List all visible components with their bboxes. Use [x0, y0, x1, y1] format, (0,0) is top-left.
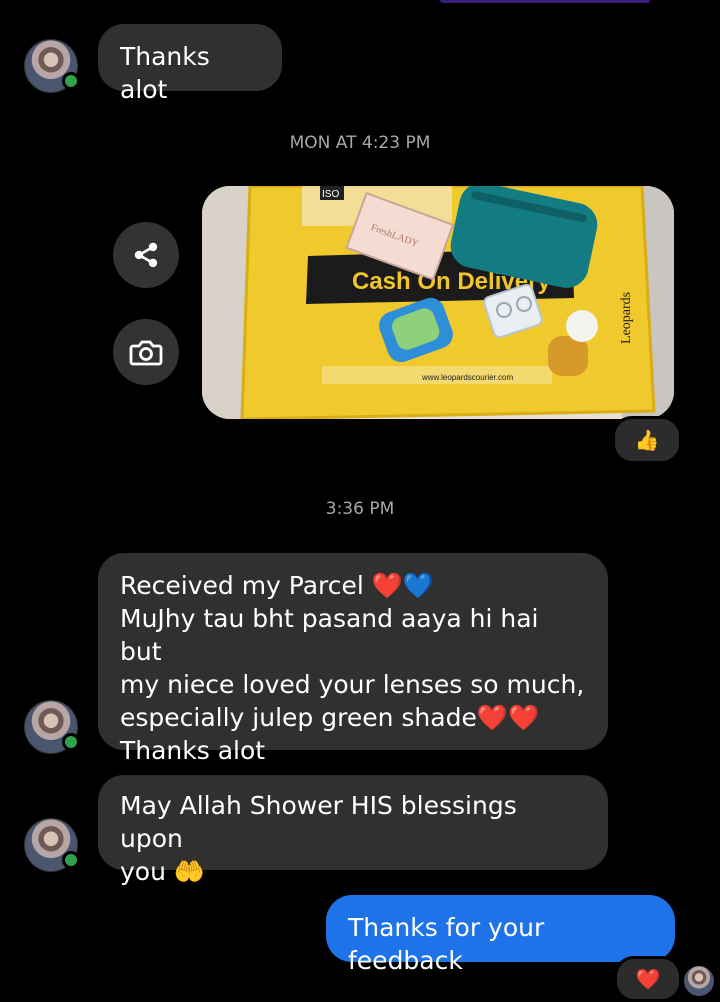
thumbs-up-icon: 👍	[634, 428, 660, 452]
online-indicator	[62, 733, 80, 751]
share-button[interactable]	[113, 222, 179, 288]
contact-avatar[interactable]	[24, 700, 80, 754]
camera-icon	[129, 340, 163, 366]
outgoing-message[interactable]: Thanks for your feedback	[326, 895, 675, 975]
photo-message[interactable]: Cash On Delivery www.leopardscourier.com…	[202, 186, 674, 419]
camera-button[interactable]	[113, 319, 179, 385]
photo-reaction[interactable]: 👍	[612, 416, 682, 464]
online-indicator	[62, 851, 80, 869]
heart-icon: ❤️	[635, 967, 661, 991]
parcel-photo: Cash On Delivery www.leopardscourier.com…	[202, 186, 674, 419]
timestamp: MON AT 4:23 PM	[289, 133, 431, 153]
top-accent-line	[440, 0, 650, 3]
photo-badge-text: ISO	[322, 189, 339, 200]
incoming-message-2[interactable]: Received my Parcel ❤️💙 MuJhy tau bht pas…	[98, 553, 608, 765]
photo-website-text: www.leopardscourier.com	[421, 373, 513, 382]
photo-brand-text: Leopards	[619, 292, 634, 344]
online-indicator	[62, 72, 80, 90]
seen-avatar	[684, 966, 714, 996]
contact-avatar[interactable]	[24, 39, 80, 93]
share-icon	[134, 242, 158, 268]
timestamp: 3:36 PM	[325, 499, 395, 519]
contact-avatar[interactable]	[24, 818, 80, 872]
incoming-message-3[interactable]: May Allah Shower HIS blessings upon you …	[98, 775, 608, 886]
message-reaction[interactable]: ❤️	[614, 956, 682, 1002]
incoming-message-1[interactable]: Thanks alot	[98, 24, 282, 104]
